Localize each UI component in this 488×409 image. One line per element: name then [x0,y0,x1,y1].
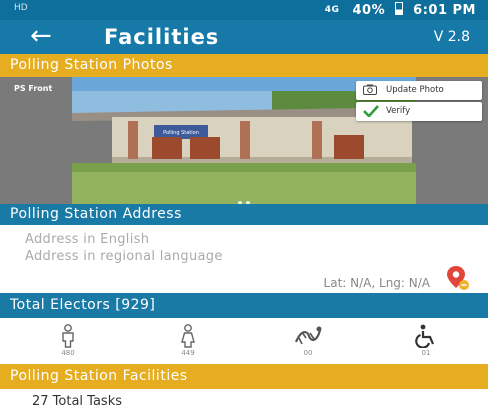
third-gender-icon [294,326,322,345]
battery-icon [395,2,404,15]
camera-icon [363,84,377,98]
signal-icon: 4G [324,5,340,15]
elector-female: 449 [168,324,208,357]
version-label: V 2.8 [433,29,470,45]
wheelchair-icon [415,324,435,348]
update-photo-label: Update Photo [386,85,444,95]
battery-percent: 40% [352,3,386,18]
male-icon [62,324,74,348]
back-arrow-icon[interactable]: ← [30,22,52,50]
clock: 6:01 PM [413,3,476,18]
elector-third-gender: 00 [288,324,328,357]
address-regional-field[interactable]: Address in regional language [25,249,223,264]
app-bar: ← Facilities V 2.8 [0,20,488,54]
address-section-header: Polling Station Address [0,204,488,225]
status-bar: HD 4G 40% 6:01 PM [0,0,488,20]
checkmark-icon [363,105,379,120]
photo-caption: PS Front [14,84,53,93]
address-block: Address in English Address in regional l… [0,225,488,293]
photos-section-header: Polling Station Photos [0,54,488,77]
elector-count: 480 [61,349,75,357]
photo-carousel[interactable]: Polling Station PS Front Update Photo Ve… [0,77,488,204]
elector-count: 00 [303,349,313,357]
photo-sign-text: Polling Station [163,130,199,136]
female-icon [181,324,195,348]
electors-row: 480 449 00 01 [0,318,488,364]
electors-section-header: Total Electors [929] [0,293,488,318]
map-pin-icon[interactable] [446,265,470,295]
elector-male: 480 [48,324,88,357]
verify-label: Verify [386,106,411,116]
total-tasks-label: 27 Total Tasks [32,394,122,409]
facilities-section-header: Polling Station Facilities [0,364,488,389]
status-right: 4G 40% 6:01 PM [325,2,476,18]
page-title: Facilities [104,25,220,49]
elector-count: 449 [181,349,195,357]
verify-button[interactable]: Verify [356,102,482,121]
elector-count: 01 [421,349,431,357]
address-english-field[interactable]: Address in English [25,232,149,247]
elector-pwd: 01 [406,324,446,357]
update-photo-button[interactable]: Update Photo [356,81,482,100]
carrier-label: HD [14,3,28,13]
lat-lng-readout: Lat: N/A, Lng: N/A [323,276,430,290]
carousel-indicator [236,190,252,204]
